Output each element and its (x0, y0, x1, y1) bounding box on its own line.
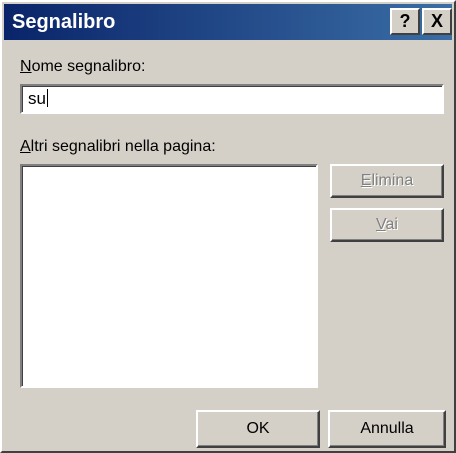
bookmark-name-label-accelerator: N (20, 58, 32, 75)
bookmark-name-label: Nome segnalibro: (20, 58, 145, 76)
title-bar[interactable]: Segnalibro ? X (4, 4, 452, 40)
text-caret (46, 89, 48, 107)
close-button[interactable]: X (422, 8, 452, 35)
bookmark-dialog: Segnalibro ? X Nome segnalibro: su Altri… (0, 0, 456, 453)
other-bookmarks-label: Altri segnalibri nella pagina: (20, 138, 216, 156)
bookmark-name-input[interactable]: su (20, 84, 444, 114)
window-title: Segnalibro (12, 11, 116, 33)
goto-button[interactable]: Vai (330, 208, 444, 242)
delete-button-text: limina (371, 172, 414, 189)
bookmark-name-label-text: ome segnalibro: (31, 58, 146, 75)
help-button[interactable]: ? (390, 8, 420, 35)
goto-button-text: ai (385, 216, 398, 233)
ok-button[interactable]: OK (196, 410, 320, 448)
other-bookmarks-list[interactable] (20, 164, 318, 388)
other-bookmarks-label-text: ltri segnalibri nella pagina: (30, 138, 216, 155)
delete-button[interactable]: Elimina (330, 164, 444, 198)
cancel-button[interactable]: Annulla (328, 410, 446, 448)
bookmark-name-value: su (28, 89, 46, 108)
goto-button-accelerator: V (376, 216, 386, 233)
delete-button-accelerator: E (360, 172, 372, 189)
other-bookmarks-label-accelerator: A (20, 138, 31, 155)
